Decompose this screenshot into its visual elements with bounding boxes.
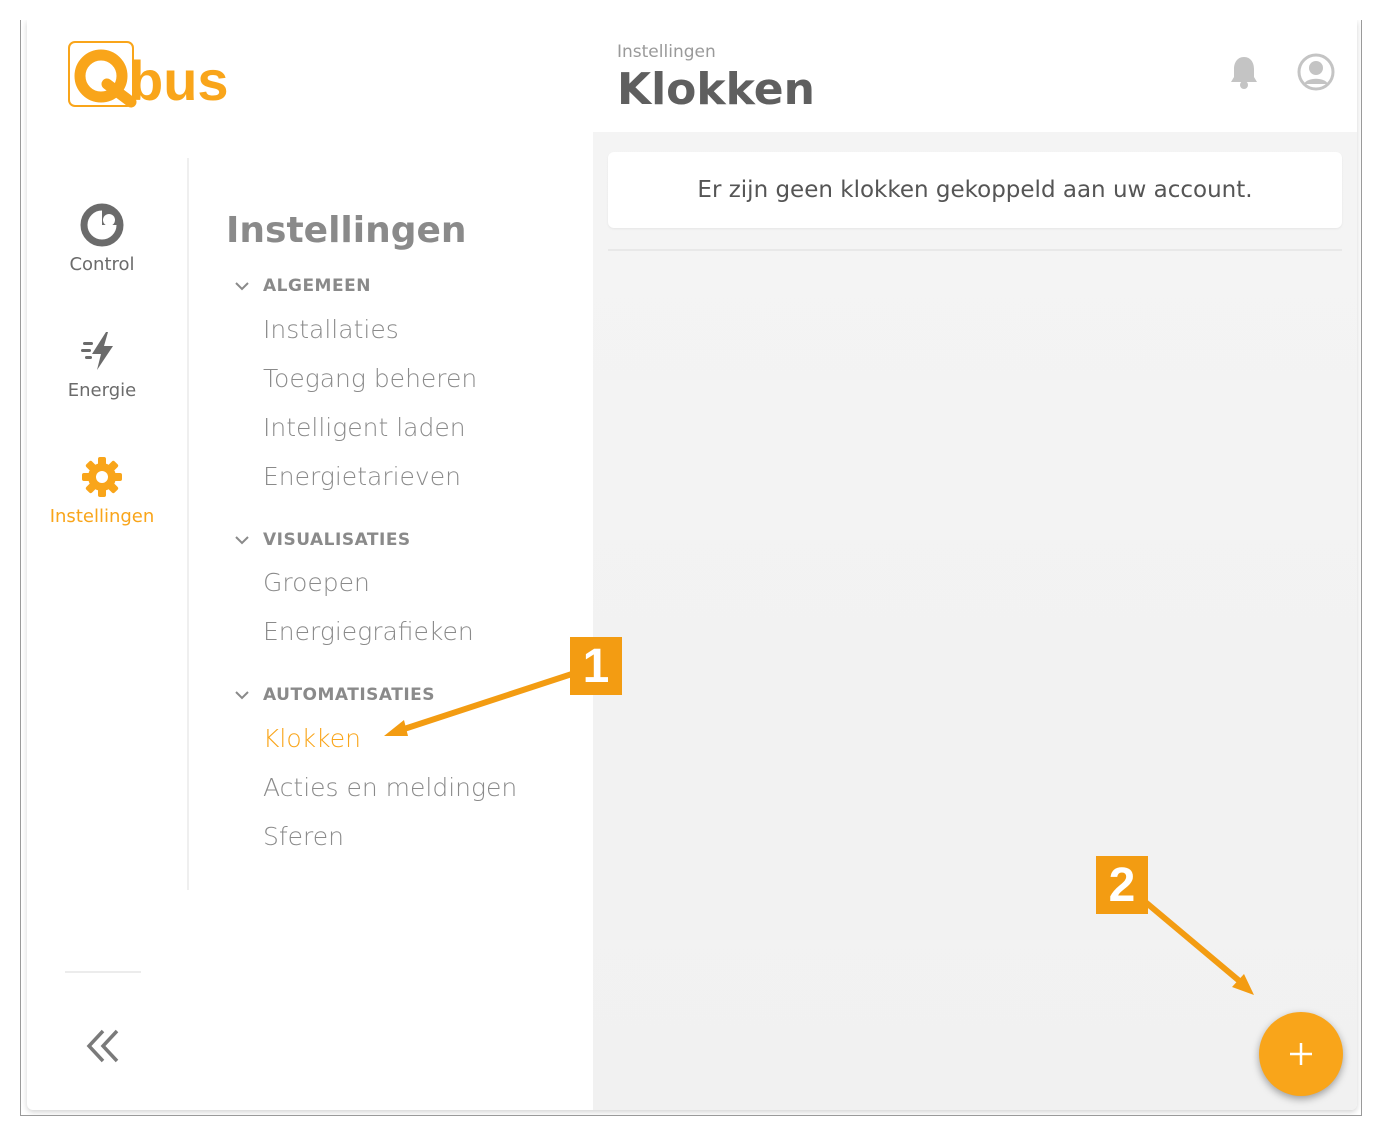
- rail-label-control: Control: [69, 254, 135, 275]
- menu-section-automatisaties[interactable]: AUTOMATISATIES: [235, 685, 435, 705]
- rail-label-energie: Energie: [67, 380, 137, 401]
- menu-link-groepen[interactable]: Groepen: [263, 568, 370, 597]
- menu-link-toegang-beheren[interactable]: Toegang beheren: [263, 364, 477, 393]
- chevron-down-icon: [235, 691, 249, 700]
- empty-state-message: Er zijn geen klokken gekoppeld aan uw ac…: [697, 177, 1253, 203]
- rail-item-energie[interactable]: Energie: [27, 328, 177, 401]
- energy-bolt-icon: [81, 332, 113, 370]
- app-container: bus Control Energie Instellingen Instell…: [27, 20, 1357, 1110]
- qbus-logo: bus: [68, 41, 229, 112]
- menu-section-algemeen[interactable]: ALGEMEEN: [235, 276, 371, 296]
- main-content: Er zijn geen klokken gekoppeld aan uw ac…: [593, 132, 1357, 1110]
- breadcrumb[interactable]: Instellingen: [617, 42, 716, 62]
- content-divider: [608, 249, 1342, 251]
- menu-link-acties-en-meldingen[interactable]: Acties en meldingen: [263, 773, 517, 802]
- menu-link-klokken[interactable]: Klokken: [263, 724, 361, 753]
- rail-label-instellingen: Instellingen: [49, 506, 155, 527]
- annotation-callout-2: 2: [1096, 856, 1148, 914]
- menu-section-label: ALGEMEEN: [263, 276, 371, 296]
- chevron-down-icon: [235, 536, 249, 545]
- menu-link-energiegrafieken[interactable]: Energiegrafieken: [263, 617, 474, 646]
- gear-icon: [82, 457, 122, 497]
- rail-item-instellingen[interactable]: Instellingen: [27, 454, 177, 527]
- menu-section-visualisaties[interactable]: VISUALISATIES: [235, 530, 411, 550]
- menu-link-intelligent-laden[interactable]: Intelligent laden: [263, 413, 466, 442]
- sidebar-divider: [187, 158, 189, 890]
- menu-title: Instellingen: [226, 210, 467, 251]
- empty-state-card: Er zijn geen klokken gekoppeld aan uw ac…: [608, 152, 1342, 228]
- add-clock-button[interactable]: [1259, 1012, 1343, 1096]
- menu-link-installaties[interactable]: Installaties: [263, 315, 399, 344]
- page-header: Instellingen Klokken: [593, 20, 1357, 132]
- menu-section-label: VISUALISATIES: [263, 530, 411, 550]
- svg-text:bus: bus: [129, 49, 229, 112]
- control-icon: [80, 203, 124, 247]
- rail-separator: [65, 971, 141, 973]
- chevron-down-icon: [235, 282, 249, 291]
- window-frame: bus Control Energie Instellingen Instell…: [20, 20, 1362, 1116]
- menu-section-label: AUTOMATISATIES: [263, 685, 436, 705]
- rail-item-control[interactable]: Control: [27, 202, 177, 275]
- menu-link-sferen[interactable]: Sferen: [263, 822, 344, 851]
- bell-icon[interactable]: [1229, 54, 1259, 90]
- page-title: Klokken: [617, 64, 815, 115]
- menu-link-energietarieven[interactable]: Energietarieven: [263, 462, 461, 491]
- plus-icon: [1290, 1043, 1312, 1065]
- user-avatar-icon[interactable]: [1297, 53, 1335, 91]
- annotation-callout-1: 1: [570, 637, 622, 695]
- double-chevron-left-icon[interactable]: [83, 1025, 125, 1067]
